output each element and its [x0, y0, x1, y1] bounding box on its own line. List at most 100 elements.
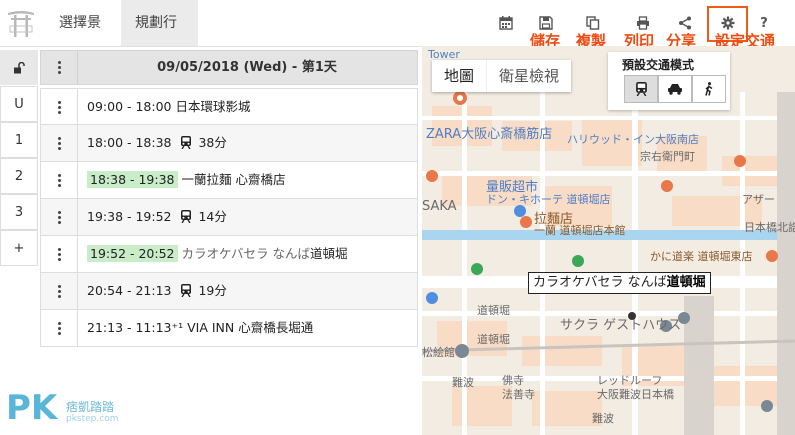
save-icon [539, 16, 553, 30]
row-time-highlighted: 19:52 - 20:52 [87, 245, 178, 262]
car-icon [668, 84, 682, 95]
train-icon [635, 82, 647, 96]
day-button-2[interactable]: 2 [0, 158, 38, 194]
more-vertical-icon [57, 321, 61, 335]
place-label-name: カラオケバセラ なんば [533, 275, 667, 290]
schedule-header: 09/05/2018 (Wed) - 第1天 [40, 50, 418, 85]
map-view[interactable]: Tower ZARA大阪心斎橋筋店 ハリウッド・イン大阪南店 宗右衛門町 アザー… [422, 46, 795, 435]
day-button-1[interactable]: 1 [0, 122, 38, 158]
map-type-satellite-button[interactable]: 衛星檢視 [486, 60, 571, 92]
transport-mode-panel: 預設交通模式 [608, 52, 730, 110]
row-menu-button[interactable] [41, 273, 78, 309]
schedule-row[interactable]: 19:52 - 20:52 カラオケバセラ なんば道頓堀 [40, 236, 418, 273]
day-button-u[interactable]: U [0, 86, 38, 122]
header-menu-button[interactable] [41, 51, 78, 84]
map-label: 道頓堀 [477, 333, 510, 346]
row-content: 18:00 - 18:38 38分 [87, 125, 227, 161]
map-label: アザー [742, 193, 775, 206]
map-label: ZARA大阪心斎橋筋店 [426, 127, 553, 142]
add-day-button[interactable]: + [0, 230, 38, 266]
row-time: 09:00 - 18:00 [87, 99, 172, 114]
walk-icon [705, 82, 713, 96]
row-place: 一蘭拉麵 心齋橋店 [181, 172, 286, 187]
row-place: 日本環球影城 [175, 99, 251, 114]
row-time: 19:38 - 19:52 [87, 209, 172, 224]
train-icon [180, 284, 191, 297]
row-menu-button[interactable] [41, 236, 78, 272]
row-time: 21:13 - 11:13⁺¹ [87, 320, 184, 335]
more-vertical-icon [57, 284, 61, 298]
row-menu-button[interactable] [41, 162, 78, 198]
row-content: 19:38 - 19:52 14分 [87, 199, 227, 235]
watermark-text: 痞凱踏踏 [66, 400, 115, 414]
map-label: SAKA [422, 199, 457, 214]
calendar-button[interactable] [497, 14, 515, 32]
row-menu-button[interactable] [41, 89, 78, 125]
map-label: 大阪難波日本橋 [597, 388, 674, 401]
unlock-icon [14, 61, 25, 73]
map-label: 難波 [452, 376, 474, 389]
share-icon [679, 16, 691, 30]
map-label: 法善寺 [502, 388, 535, 401]
train-icon [180, 136, 191, 149]
row-content: 18:38 - 19:38 一蘭拉麵 心齋橋店 [87, 162, 285, 198]
selected-place-label[interactable]: カラオケバセラ なんば道頓堀 [528, 272, 711, 294]
row-content: 20:54 - 21:13 19分 [87, 273, 227, 309]
copy-icon [586, 16, 600, 30]
schedule-row[interactable]: 21:13 - 11:13⁺¹ VIA INN 心齋橋長堀通 [40, 310, 418, 347]
watermark-logo: PK [6, 388, 58, 428]
map-label: サクラ ゲストハウス [560, 318, 682, 333]
watermark: PK 痞凱踏踏 pkstep.com [6, 388, 136, 432]
row-place: カラオケバセラ なんば [181, 246, 310, 261]
schedule-row[interactable]: 18:00 - 18:38 38分 [40, 125, 418, 162]
row-duration: 14分 [198, 209, 227, 224]
map-label: ドン・キホーテ 道頓堀店 [486, 193, 611, 206]
map-label: ハリウッド・イン大阪南店 [567, 133, 699, 146]
row-menu-button[interactable] [41, 310, 78, 346]
row-time: 20:54 - 21:13 [87, 283, 172, 298]
transport-mode-label: 預設交通模式 [622, 58, 695, 72]
row-time-highlighted: 18:38 - 19:38 [87, 171, 178, 188]
row-menu-button[interactable] [41, 125, 78, 161]
torii-logo-icon[interactable] [6, 6, 36, 38]
help-icon: ? [760, 15, 768, 31]
map-type-toggle: 地圖 衛星檢視 [432, 60, 572, 92]
row-content: 19:52 - 20:52 カラオケバセラ なんば道頓堀 [87, 236, 348, 272]
schedule-row[interactable]: 18:38 - 19:38 一蘭拉麵 心齋橋店 [40, 162, 418, 199]
row-menu-button[interactable] [41, 199, 78, 235]
more-vertical-icon [57, 173, 61, 187]
map-label: 宗右衛門町 [640, 150, 695, 163]
print-icon [637, 16, 649, 30]
mode-train-button[interactable] [624, 75, 658, 103]
row-time: 18:00 - 18:38 [87, 135, 172, 150]
row-place: VIA INN 心齋橋長堀通 [187, 320, 314, 335]
schedule-row[interactable]: 19:38 - 19:52 14分 [40, 199, 418, 236]
mode-walk-button[interactable] [692, 75, 726, 103]
row-duration: 19分 [198, 283, 227, 298]
map-type-map-button[interactable]: 地圖 [432, 60, 486, 92]
map-label: 一蘭 道頓堀店本館 [534, 224, 626, 237]
more-vertical-icon [57, 100, 61, 114]
map-label: 道頓堀 [477, 304, 510, 317]
row-content: 09:00 - 18:00 日本環球影城 [87, 89, 251, 125]
schedule-row[interactable]: 09:00 - 18:00 日本環球影城 [40, 88, 418, 125]
tab-plan-itinerary[interactable]: 規劃行程 [121, 0, 198, 77]
more-vertical-icon [57, 210, 61, 224]
day-button-3[interactable]: 3 [0, 194, 38, 230]
row-duration: 38分 [198, 135, 227, 150]
train-icon [180, 210, 191, 223]
day-title: 09/05/2018 (Wed) - 第1天 [157, 60, 337, 75]
gear-icon [721, 16, 735, 30]
schedule-row[interactable]: 20:54 - 21:13 19分 [40, 273, 418, 310]
row-place-suffix: 道頓堀 [309, 246, 348, 261]
mode-car-button[interactable] [658, 75, 692, 103]
map-label: 難波 [592, 412, 614, 425]
more-vertical-icon [57, 247, 61, 261]
calendar-icon [499, 16, 513, 30]
map-label: 日本橋北誥 [744, 221, 795, 234]
watermark-sub: pkstep.com [66, 414, 119, 424]
lock-toggle[interactable] [0, 50, 38, 85]
top-bar: 選擇景點 規劃行程 ? 儲存 複製 列印 分享 設定交通 [0, 0, 795, 77]
tab-select-spots[interactable]: 選擇景點 [45, 0, 123, 77]
more-vertical-icon [57, 61, 61, 74]
